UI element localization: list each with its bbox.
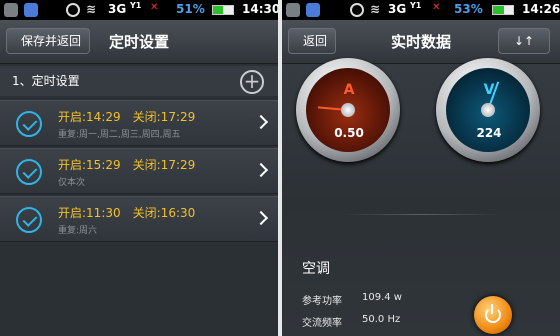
repeat-text: 重复:周六 [58,226,98,236]
battery-percent: 53% [454,2,483,16]
power-value: 109.4 w [362,292,402,303]
page-title: 定时设置 [108,33,169,51]
voltage-gauge: V 224 [430,58,548,162]
voltage-value: 224 [476,126,502,140]
gauge-unit: A [343,82,355,98]
schedule-row[interactable]: 开启:11:30 关闭:16:30 重复:周六 [0,196,278,242]
gauge-unit: V [483,82,495,98]
frequency-label: 交流频率 [302,318,342,329]
title-bar: 保存并返回 定时设置 [0,20,278,64]
power-label: 参考功率 [302,296,342,307]
clock: 14:30 [242,2,278,16]
check-circle-icon[interactable] [16,111,42,137]
wifi-icon: ≋ [370,2,381,16]
close-time: 关闭:17:29 [132,158,196,172]
signal-icon: Y1 [130,1,142,10]
power-icon[interactable] [474,296,512,334]
gauge-hub [341,103,355,117]
signal-icon: Y1 [410,1,422,10]
frequency-value: 50.0 Hz [362,314,401,325]
schedule-row[interactable]: 开启:15:29 关闭:17:29 仅本次 [0,148,278,194]
chevron-right-icon [253,210,269,226]
close-time: 关闭:16:30 [132,206,196,220]
wifi-icon: ≋ [86,2,97,16]
status-bar: ≋ 3G Y1 ✕ 53% 14:26 [282,0,560,20]
app-icon [4,3,18,17]
schedule-screen: ≋ 3G Y1 ✕ 51% 14:30 保存并返回 定时设置 1、定时设置 + … [0,0,278,336]
network-type: 3G [388,2,407,16]
current-gauge: A 0.50 [290,58,408,162]
check-circle-icon[interactable] [16,207,42,233]
sim-icon: ✕ [432,2,441,13]
close-time: 关闭:17:29 [132,110,196,124]
alarm-icon [350,3,364,17]
network-type: 3G [108,2,127,16]
realtime-screen: ≋ 3G Y1 ✕ 53% 14:26 返回 实时数据 ↓↑ A 0.50 V … [282,0,560,336]
repeat-text: 仅本次 [58,178,86,188]
alarm-icon [66,3,80,17]
device-name: 空调 [302,261,330,277]
plus-circle-icon[interactable]: + [240,70,264,94]
clock: 14:26 [522,2,560,16]
battery-percent: 51% [176,2,205,16]
battery-icon [492,5,514,15]
sim-icon: ✕ [150,2,159,13]
open-time: 开启:14:29 [58,110,121,124]
open-time: 开启:11:30 [58,206,121,220]
notification-icon [306,3,320,17]
current-value: 0.50 [334,126,364,140]
chevron-right-icon [253,114,269,130]
gauge-hub [481,103,495,117]
swap-arrows-icon[interactable]: ↓↑ [498,28,550,54]
open-time: 开启:15:29 [58,158,121,172]
repeat-text: 重复:周一,周二,周三,周四,周五 [58,130,181,140]
divider [342,214,502,215]
app-icon [286,3,300,17]
chevron-right-icon [253,162,269,178]
section-header: 1、定时设置 [0,66,278,96]
status-bar: ≋ 3G Y1 ✕ 51% 14:30 [0,0,278,20]
schedule-row[interactable]: 开启:14:29 关闭:17:29 重复:周一,周二,周三,周四,周五 [0,100,278,146]
check-circle-icon[interactable] [16,159,42,185]
battery-icon [212,5,234,15]
notification-icon [24,3,38,17]
